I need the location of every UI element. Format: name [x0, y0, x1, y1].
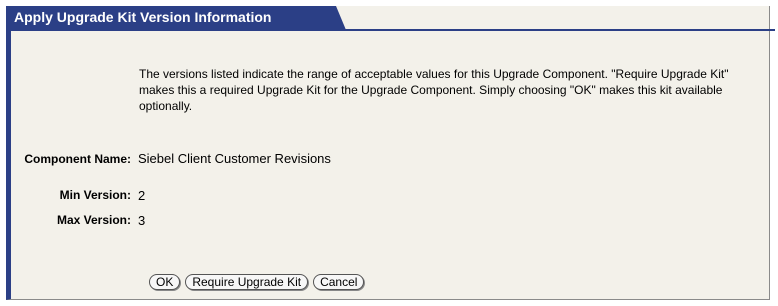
- max-version-label: Max Version:: [56, 213, 131, 227]
- require-upgrade-kit-button[interactable]: Require Upgrade Kit: [185, 274, 309, 290]
- ok-button[interactable]: OK: [149, 274, 181, 290]
- min-version-label: Min Version:: [59, 188, 131, 202]
- title-bar: Apply Upgrade Kit Version Information: [6, 6, 775, 31]
- component-name-label: Component Name:: [24, 152, 131, 166]
- description-text: The versions listed indicate the range o…: [139, 67, 729, 113]
- max-version-value: 3: [138, 213, 146, 228]
- dialog-title: Apply Upgrade Kit Version Information: [14, 9, 272, 25]
- button-row: OK Require Upgrade Kit Cancel: [149, 274, 365, 290]
- cancel-button[interactable]: Cancel: [313, 274, 365, 290]
- component-name-value: Siebel Client Customer Revisions: [138, 151, 331, 166]
- min-version-value: 2: [138, 188, 146, 203]
- upgrade-kit-dialog: Apply Upgrade Kit Version Information Th…: [6, 6, 775, 300]
